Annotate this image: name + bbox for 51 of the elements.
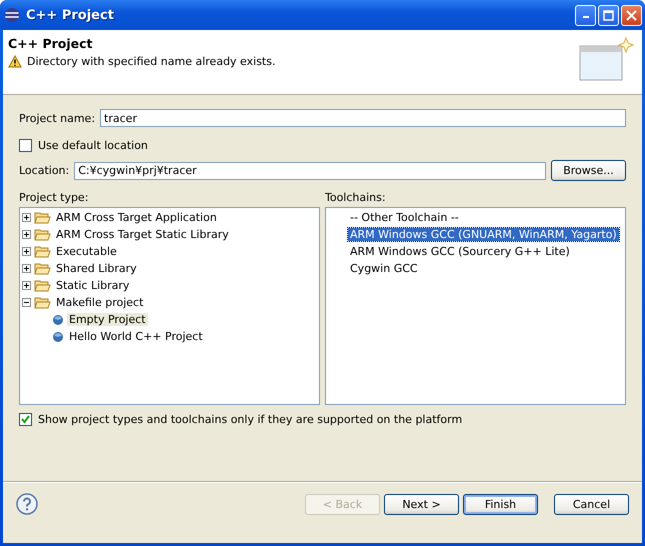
expand-icon[interactable] (22, 247, 31, 256)
error-message: Directory with specified name already exists. (27, 55, 276, 68)
wizard-button[interactable]: Finish (463, 494, 538, 514)
sphere-icon (4, 7, 20, 23)
tree-item[interactable]: Static Library (54, 279, 132, 292)
tree-item[interactable]: Hello World C++ Project (67, 330, 205, 343)
list-item[interactable]: ARM Windows GCC (GNUARM, WinARM, Yagarto) (348, 228, 619, 241)
list-item[interactable]: Cygwin GCC (348, 262, 420, 275)
expand-icon[interactable] (22, 230, 31, 239)
list-label: Toolchains: (325, 191, 387, 204)
warning-icon (8, 55, 22, 68)
collapse-icon[interactable] (22, 298, 31, 307)
close-button[interactable] (621, 4, 642, 26)
list-label: Project type: (19, 191, 90, 204)
expand-icon[interactable] (22, 264, 31, 273)
field-label: Project name: (19, 112, 96, 124)
project-name-field[interactable]: tracer (100, 109, 626, 127)
folder-icon (34, 296, 51, 309)
tree-item[interactable]: ARM Cross Target Static Library (54, 228, 231, 241)
checkbox[interactable] (19, 413, 32, 426)
location-field[interactable]: C:¥cygwin¥prj¥tracer (74, 162, 546, 180)
checkbox-label: Use default location (38, 139, 148, 152)
tree-item[interactable]: Executable (54, 245, 119, 258)
field-label: Location: (19, 164, 70, 177)
browse-button[interactable]: Browse... (551, 160, 626, 181)
list-item[interactable]: ARM Windows GCC (Sourcery G++ Lite) (348, 245, 572, 258)
checkbox[interactable] (19, 139, 32, 152)
checkbox-label: Show project types and toolchains only if they are supported on the platform (38, 413, 462, 426)
wizard-button[interactable]: Next > (384, 494, 459, 514)
page-title: C++ Project (8, 36, 94, 51)
window-title: C++ Project (26, 8, 115, 22)
tree-item[interactable]: ARM Cross Target Application (54, 211, 219, 224)
folder-icon (34, 211, 51, 224)
list-item[interactable]: -- Other Toolchain -- (348, 211, 461, 224)
ball-icon (52, 330, 64, 342)
wizard-button[interactable]: Cancel (554, 494, 629, 514)
maximize-button[interactable] (598, 4, 619, 26)
expand-icon[interactable] (22, 281, 31, 290)
expand-icon[interactable] (22, 213, 31, 222)
ball-icon (52, 314, 64, 326)
maximize-icon (603, 10, 614, 20)
folder-icon (34, 245, 51, 258)
minimize-button[interactable] (575, 4, 596, 26)
tree-item[interactable]: Makefile project (54, 296, 146, 309)
folder-icon (34, 262, 51, 275)
folder-icon (34, 279, 51, 292)
tree-item[interactable]: Empty Project (67, 313, 148, 326)
help-icon[interactable] (16, 493, 38, 515)
folder-icon (34, 228, 51, 241)
tree-item[interactable]: Shared Library (54, 262, 139, 275)
close-icon (626, 10, 637, 20)
